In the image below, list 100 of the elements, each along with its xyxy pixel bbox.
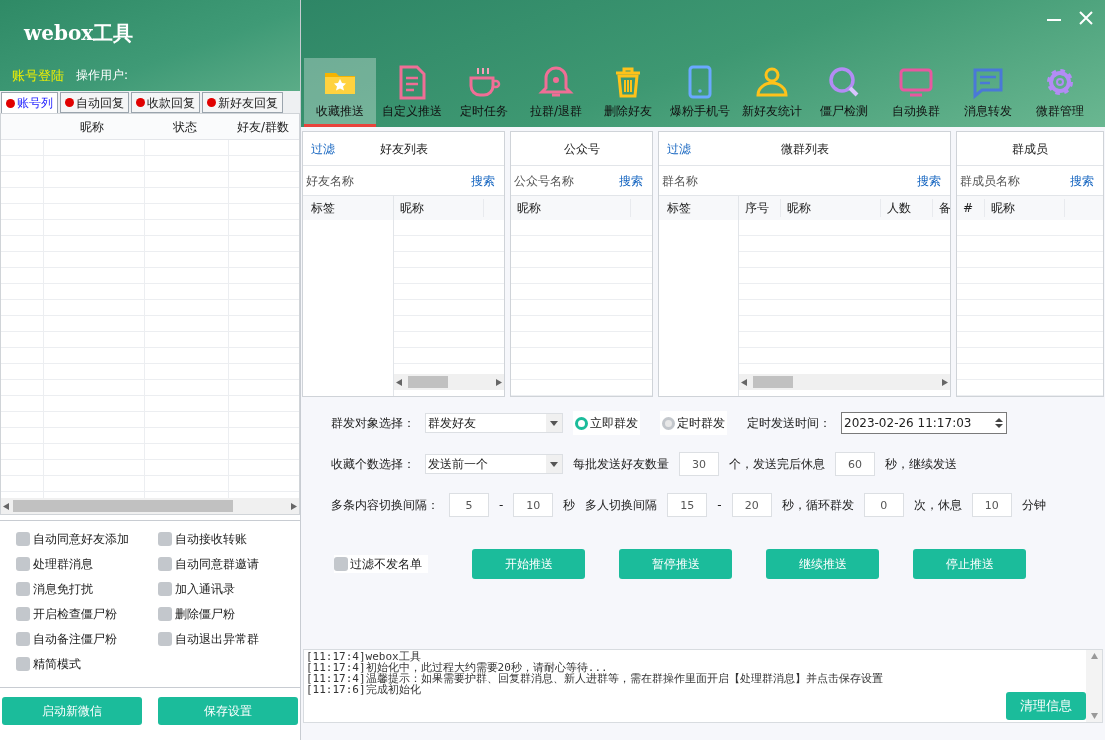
horizontal-scrollbar[interactable] — [739, 374, 950, 390]
form-label: 个，发送完后休息 — [729, 456, 825, 473]
toolbar-button[interactable]: 定时任务 — [448, 58, 520, 127]
column-header: 昵称 — [985, 199, 1065, 217]
form-label: 秒，继续发送 — [885, 456, 957, 473]
option-label: 加入通讯录 — [175, 581, 235, 598]
checkbox[interactable] — [158, 557, 172, 571]
toolbar-button[interactable]: 收藏推送 — [304, 58, 376, 127]
scroll-down-icon[interactable] — [1090, 713, 1098, 719]
form-label: - — [717, 497, 722, 514]
checkbox[interactable] — [16, 557, 30, 571]
checkbox[interactable] — [158, 607, 172, 621]
form-label: 每批发送好友数量 — [573, 456, 669, 473]
log-line: [11:17:4]初始化中，此过程大约需要20秒，请耐心等待... — [306, 662, 608, 673]
form-label: 收藏个数选择： — [331, 456, 415, 473]
toolbar-button[interactable]: 爆粉手机号 — [664, 58, 736, 127]
number-field[interactable]: 20 — [731, 493, 772, 517]
form-label: 多条内容切换间隔： — [331, 497, 439, 514]
column-header: 标签 — [303, 196, 393, 220]
panel-title: 微群列表 — [780, 140, 829, 158]
checkbox[interactable] — [16, 632, 30, 646]
checkbox[interactable] — [16, 532, 30, 546]
form-label: 多人切换间隔 — [585, 497, 658, 514]
number-field[interactable]: 15 — [667, 493, 708, 517]
vertical-scrollbar[interactable] — [1086, 650, 1102, 722]
checkbox[interactable] — [16, 607, 30, 621]
log-line: [11:17:6]完成初始化 — [306, 684, 421, 695]
scroll-right-icon[interactable] — [496, 378, 502, 386]
search-field[interactable]: 群名称 — [662, 171, 917, 190]
checkbox[interactable] — [16, 657, 30, 671]
option-label: 自动同意群邀请 — [175, 556, 259, 573]
checkbox[interactable] — [158, 632, 172, 646]
form-label: 秒 — [563, 497, 576, 514]
radio-option[interactable]: 定时群发 — [660, 411, 727, 435]
log-line: [11:17:4]温馨提示：如果需要护群、回复群消息、新人进群等，需在群操作里面开启【处理群消息】并点击保存设置 — [306, 673, 884, 684]
number-field[interactable]: 5 — [449, 493, 489, 517]
tab[interactable]: 新好友回复 — [202, 92, 283, 113]
form-label: 定时发送时间： — [747, 415, 831, 432]
toolbar-button[interactable]: 自定义推送 — [376, 58, 448, 127]
panel-title: 公众号 — [563, 140, 600, 158]
dropdown[interactable]: 发送前一个 — [425, 454, 563, 474]
search-field[interactable]: 公众号名称 — [514, 171, 619, 190]
scroll-left-icon[interactable] — [396, 378, 402, 386]
scroll-left-icon[interactable] — [741, 378, 747, 386]
option-label: 开启检查僵尸粉 — [33, 606, 117, 623]
option-label: 自动同意好友添加 — [33, 531, 129, 548]
spinner-icon[interactable] — [995, 417, 1003, 429]
tab[interactable]: 账号列 — [1, 92, 58, 113]
form-label: 秒，循环群发 — [781, 497, 854, 514]
scrollbar-thumb[interactable] — [13, 500, 233, 512]
scroll-right-icon[interactable] — [291, 502, 297, 510]
toolbar-button[interactable]: 拉群/退群 — [520, 58, 592, 127]
scroll-up-icon[interactable] — [1090, 653, 1098, 659]
search-field[interactable]: 群成员名称 — [960, 171, 1070, 190]
dropdown[interactable]: 群发好友 — [425, 413, 563, 433]
radio-option[interactable]: 立即群发 — [573, 411, 640, 435]
checkbox[interactable] — [158, 532, 172, 546]
tab[interactable]: 收款回复 — [131, 92, 200, 113]
number-field[interactable]: 10 — [971, 493, 1012, 517]
search-link[interactable]: 搜索 — [619, 171, 649, 190]
form-label: 群发对象选择： — [331, 415, 415, 432]
number-field[interactable]: 30 — [679, 452, 719, 476]
horizontal-scrollbar[interactable] — [1, 498, 299, 514]
scroll-left-icon[interactable] — [3, 502, 9, 510]
horizontal-scrollbar[interactable] — [394, 374, 504, 390]
number-field[interactable]: 10 — [513, 493, 554, 517]
scrollbar-thumb[interactable] — [408, 376, 448, 388]
option-label: 处理群消息 — [33, 556, 93, 573]
number-field[interactable]: 0 — [863, 493, 904, 517]
caret-icon — [550, 420, 558, 426]
scrollbar-thumb[interactable] — [753, 376, 793, 388]
toolbar-button[interactable]: 自动换群 — [880, 58, 952, 127]
toolbar-button[interactable]: 新好友统计 — [736, 58, 808, 127]
datetime-field[interactable]: 2023-02-26 11:17:03 — [841, 412, 1007, 434]
scroll-right-icon[interactable] — [942, 378, 948, 386]
search-link[interactable]: 搜索 — [917, 171, 947, 190]
checkbox[interactable] — [334, 557, 348, 571]
toolbar-button[interactable]: 僵尸检测 — [808, 58, 880, 127]
search-link[interactable]: 搜索 — [471, 171, 501, 190]
column-header: 标签 — [659, 196, 738, 220]
option-label: 自动接收转账 — [175, 531, 247, 548]
number-field[interactable]: 60 — [835, 452, 875, 476]
column-header: 昵称 — [781, 199, 881, 217]
tab[interactable]: 自动回复 — [60, 92, 129, 113]
search-field[interactable]: 好友名称 — [306, 171, 471, 190]
toolbar-button[interactable]: 微群管理 — [1024, 58, 1096, 127]
column-header: 昵称 — [511, 199, 631, 217]
panel-title: 好友列表 — [379, 140, 428, 158]
column-header: 状态 — [172, 118, 198, 136]
log-line: [11:17:4]webox工具 — [306, 651, 421, 662]
toolbar-button[interactable]: 消息转发 — [952, 58, 1024, 127]
checkbox[interactable] — [16, 582, 30, 596]
search-link[interactable]: 搜索 — [1070, 171, 1100, 190]
toolbar-button[interactable]: 删除好友 — [592, 58, 664, 127]
column-header: 序号 — [739, 199, 781, 217]
filter-link[interactable]: 过滤 — [667, 139, 691, 158]
filter-link[interactable]: 过滤 — [311, 139, 335, 158]
column-header: 昵称 — [79, 118, 105, 136]
option-label: 消息免打扰 — [33, 581, 93, 598]
checkbox[interactable] — [158, 582, 172, 596]
